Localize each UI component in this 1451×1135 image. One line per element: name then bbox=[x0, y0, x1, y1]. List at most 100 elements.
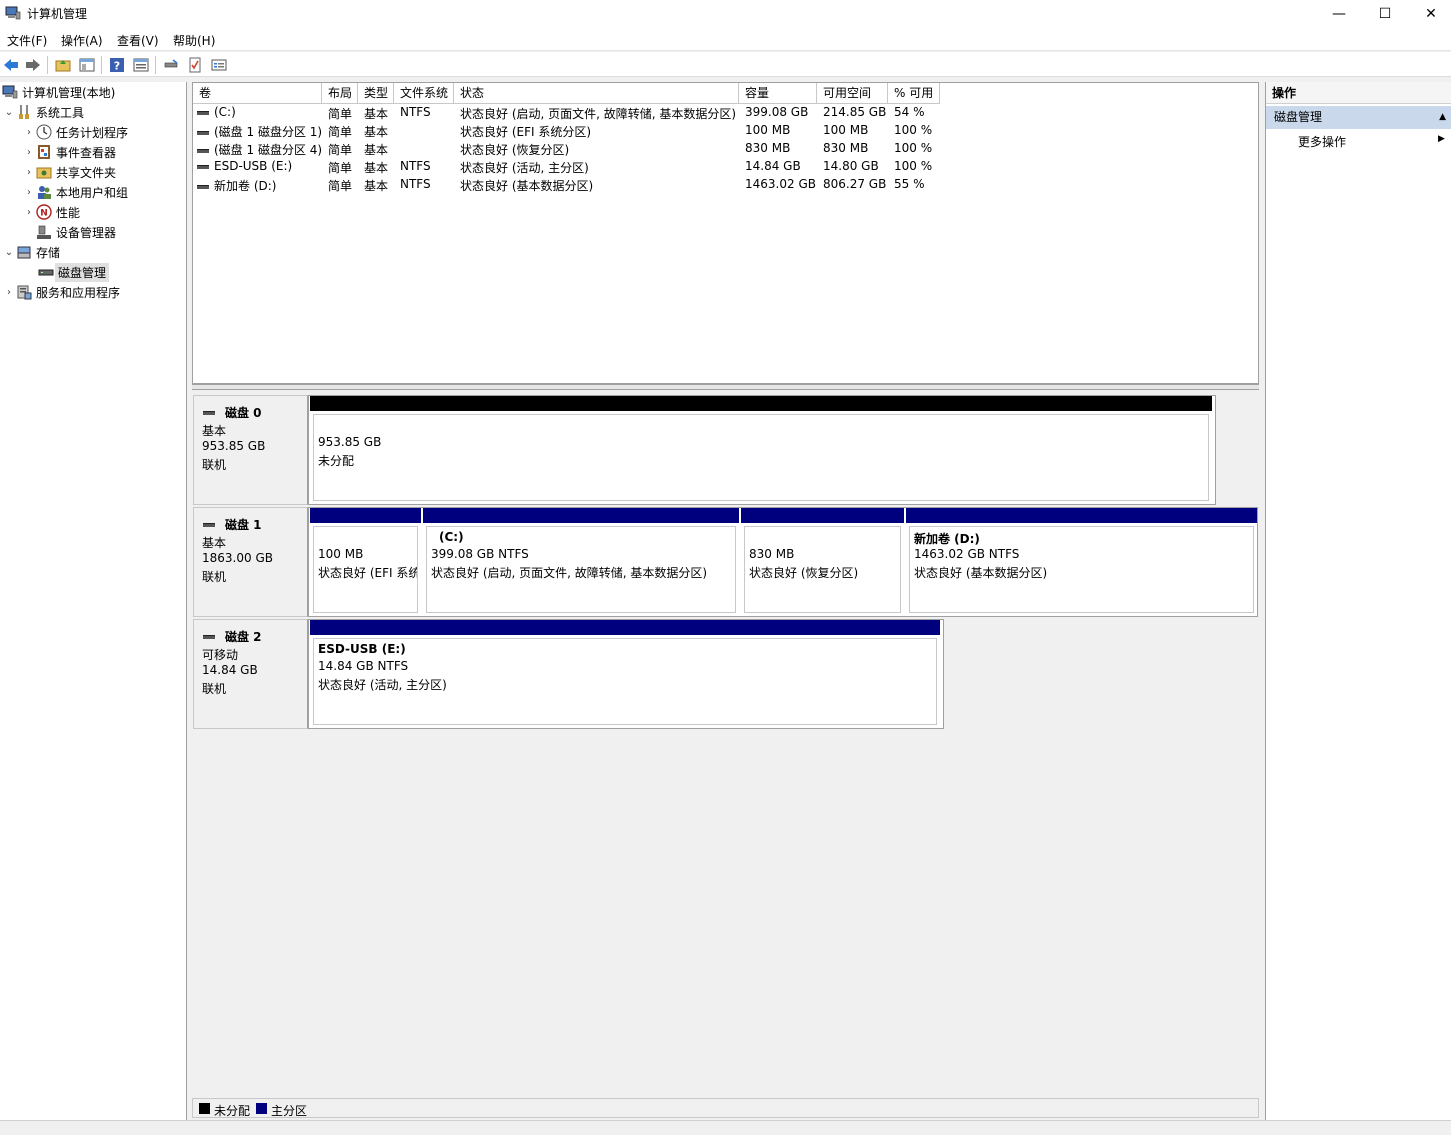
volume-icon bbox=[197, 148, 209, 153]
column-header-type[interactable]: 类型 bbox=[358, 83, 394, 104]
shared-folder-icon bbox=[36, 167, 52, 179]
actions-header: 操作 bbox=[1266, 82, 1451, 104]
forward-icon[interactable] bbox=[23, 55, 43, 75]
volume-icon bbox=[197, 130, 209, 135]
computer-management-icon bbox=[2, 85, 18, 99]
storage-icon bbox=[17, 246, 31, 259]
more-actions-link[interactable]: 更多操作 bbox=[1298, 133, 1346, 150]
table-row[interactable]: (C:) 简单 基本 NTFS 状态良好 (启动, 页面文件, 故障转储, 基本… bbox=[193, 104, 1258, 122]
help-icon[interactable]: ? bbox=[107, 55, 127, 75]
tree-event-viewer[interactable]: › 事件查看器 bbox=[22, 142, 116, 162]
chevron-down-icon[interactable]: ⌄ bbox=[2, 107, 16, 118]
clock-icon bbox=[36, 124, 52, 140]
table-row[interactable]: (磁盘 1 磁盘分区 1) 简单 基本 状态良好 (EFI 系统分区) 100 … bbox=[193, 122, 1258, 140]
tree-task-scheduler[interactable]: › 任务计划程序 bbox=[22, 122, 128, 142]
chevron-right-icon[interactable]: › bbox=[22, 207, 36, 218]
tree-services-apps[interactable]: › 服务和应用程序 bbox=[2, 282, 120, 302]
toolbar: ? bbox=[0, 52, 1451, 77]
chevron-down-icon[interactable]: ⌄ bbox=[2, 247, 16, 258]
event-viewer-icon bbox=[38, 145, 50, 159]
menu-file[interactable]: 文件(F) bbox=[7, 32, 47, 49]
partition-unallocated[interactable]: 953.85 GB 未分配 bbox=[310, 396, 1212, 504]
disk-2-label[interactable]: 磁盘 2 可移动 14.84 GB 联机 bbox=[193, 619, 308, 729]
disk-1-partitions: 100 MB 状态良好 (EFI 系统分区) (C:) 399.08 GB NT… bbox=[308, 507, 1258, 617]
column-header-filesystem[interactable]: 文件系统 bbox=[394, 83, 454, 104]
center-pane: 卷 布局 类型 文件系统 状态 容量 可用空间 % 可用 (C:) 简单 基本 … bbox=[192, 82, 1259, 1120]
table-row[interactable]: (磁盘 1 磁盘分区 4) 简单 基本 状态良好 (恢复分区) 830 MB 8… bbox=[193, 140, 1258, 158]
check-icon[interactable] bbox=[185, 55, 205, 75]
volume-icon bbox=[197, 184, 209, 189]
volume-icon bbox=[197, 110, 209, 115]
services-icon bbox=[17, 285, 32, 300]
navigation-tree: 计算机管理(本地) ⌄ 系统工具 › 任务计划程序 › 事件查看器 › 共享文件… bbox=[0, 82, 187, 1120]
disk-graphical-view: 磁盘 0 基本 953.85 GB 联机 953.85 GB 未分配 磁盘 1 … bbox=[192, 390, 1259, 1100]
chevron-right-icon[interactable]: › bbox=[22, 147, 36, 158]
volume-icon bbox=[197, 164, 209, 169]
partition-e[interactable]: ESD-USB (E:) 14.84 GB NTFS 状态良好 (活动, 主分区… bbox=[310, 620, 940, 728]
title-bar: 计算机管理 — ☐ ✕ bbox=[0, 0, 1451, 27]
collapse-up-icon[interactable]: ▲ bbox=[1439, 106, 1446, 129]
column-header-percent-free[interactable]: % 可用 bbox=[888, 83, 940, 104]
legend: 未分配 主分区 bbox=[192, 1098, 1259, 1118]
column-header-volume[interactable]: 卷 bbox=[193, 83, 322, 104]
performance-icon: N bbox=[36, 204, 52, 220]
tree-root[interactable]: 计算机管理(本地) bbox=[2, 82, 115, 102]
partition-d[interactable]: 新加卷 (D:) 1463.02 GB NTFS 状态良好 (基本数据分区) bbox=[906, 508, 1257, 616]
disk-icon bbox=[203, 634, 215, 639]
actions-section-disk-management[interactable]: 磁盘管理 ▲ bbox=[1266, 106, 1451, 129]
disk-0-label[interactable]: 磁盘 0 基本 953.85 GB 联机 bbox=[193, 395, 308, 505]
properties-icon[interactable] bbox=[131, 55, 151, 75]
chevron-right-icon[interactable]: › bbox=[22, 187, 36, 198]
tree-system-tools[interactable]: ⌄ 系统工具 bbox=[2, 102, 84, 122]
menu-bar: 文件(F) 操作(A) 查看(V) 帮助(H) bbox=[0, 27, 1451, 51]
partition-efi[interactable]: 100 MB 状态良好 (EFI 系统分区) bbox=[310, 508, 421, 616]
table-row[interactable]: ESD-USB (E:) 简单 基本 NTFS 状态良好 (活动, 主分区) 1… bbox=[193, 158, 1258, 176]
column-header-capacity[interactable]: 容量 bbox=[739, 83, 817, 104]
status-bar bbox=[0, 1120, 1451, 1135]
column-header-layout[interactable]: 布局 bbox=[322, 83, 358, 104]
menu-view[interactable]: 查看(V) bbox=[117, 32, 159, 49]
maximize-button[interactable]: ☐ bbox=[1362, 0, 1408, 27]
column-header-free[interactable]: 可用空间 bbox=[817, 83, 888, 104]
legend-swatch-primary bbox=[256, 1103, 267, 1114]
users-icon bbox=[38, 186, 51, 199]
close-button[interactable]: ✕ bbox=[1408, 0, 1451, 27]
legend-label-unallocated: 未分配 bbox=[214, 1104, 251, 1118]
disk-icon bbox=[203, 522, 215, 527]
tree-device-manager[interactable]: 设备管理器 bbox=[36, 222, 116, 242]
volume-list: 卷 布局 类型 文件系统 状态 容量 可用空间 % 可用 (C:) 简单 基本 … bbox=[192, 82, 1259, 384]
chevron-right-icon[interactable]: › bbox=[2, 287, 16, 298]
partition-c[interactable]: (C:) 399.08 GB NTFS 状态良好 (启动, 页面文件, 故障转储… bbox=[423, 508, 739, 616]
tree-storage[interactable]: ⌄ 存储 bbox=[2, 242, 60, 262]
actions-pane: 操作 磁盘管理 ▲ 更多操作 ▶ bbox=[1265, 82, 1451, 1120]
device-manager-icon bbox=[37, 225, 51, 239]
chevron-right-icon[interactable]: › bbox=[22, 167, 36, 178]
legend-label-primary: 主分区 bbox=[271, 1104, 308, 1118]
disk-icon bbox=[203, 410, 215, 415]
tree-shared-folders[interactable]: › 共享文件夹 bbox=[22, 162, 116, 182]
show-hide-tree-icon[interactable] bbox=[77, 55, 97, 75]
up-folder-icon[interactable] bbox=[53, 55, 73, 75]
minimize-button[interactable]: — bbox=[1316, 0, 1362, 27]
tree-local-users[interactable]: › 本地用户和组 bbox=[22, 182, 128, 202]
connect-icon[interactable] bbox=[161, 55, 181, 75]
tree-performance[interactable]: › N 性能 bbox=[22, 202, 80, 222]
chevron-right-icon[interactable]: › bbox=[22, 127, 36, 138]
tree-disk-management[interactable]: 磁盘管理 bbox=[38, 262, 110, 282]
table-row[interactable]: 新加卷 (D:) 简单 基本 NTFS 状态良好 (基本数据分区) 1463.0… bbox=[193, 176, 1258, 194]
svg-text:?: ? bbox=[114, 60, 120, 73]
back-icon[interactable] bbox=[1, 55, 21, 75]
tools-icon bbox=[19, 105, 29, 119]
column-header-status[interactable]: 状态 bbox=[454, 83, 739, 104]
legend-swatch-unallocated bbox=[199, 1103, 210, 1114]
disk-icon bbox=[38, 269, 54, 276]
list-icon[interactable] bbox=[209, 55, 229, 75]
disk-0-partitions: 953.85 GB 未分配 bbox=[308, 395, 1216, 505]
menu-action[interactable]: 操作(A) bbox=[61, 32, 103, 49]
disk-1-label[interactable]: 磁盘 1 基本 1863.00 GB 联机 bbox=[193, 507, 308, 617]
svg-text:N: N bbox=[40, 209, 48, 219]
partition-recovery[interactable]: 830 MB 状态良好 (恢复分区) bbox=[741, 508, 904, 616]
computer-management-icon bbox=[5, 6, 21, 20]
menu-help[interactable]: 帮助(H) bbox=[173, 32, 215, 49]
disk-2-partitions: ESD-USB (E:) 14.84 GB NTFS 状态良好 (活动, 主分区… bbox=[308, 619, 944, 729]
